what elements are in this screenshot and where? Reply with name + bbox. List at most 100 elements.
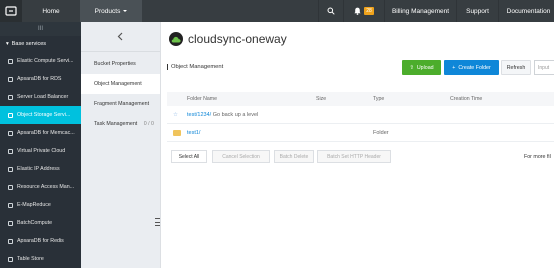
create-folder-label: Create Folder — [458, 64, 491, 71]
table-row[interactable]: test1/ Folder — [167, 124, 554, 142]
folder-icon — [173, 130, 181, 136]
plus-icon: + — [452, 64, 456, 71]
sidebar-item-label: Elastic IP Address — [17, 166, 60, 172]
sidebar-item-label: Virtual Private Cloud — [17, 148, 66, 154]
cluster-icon — [8, 202, 13, 208]
nav-products-menu[interactable]: Products — [80, 0, 142, 22]
caret-down-icon: ▾ — [6, 41, 9, 47]
bucket-header: cloudsync-oneway — [169, 30, 287, 48]
sidebar-item-label: Server Load Balancer — [17, 94, 69, 100]
upload-label: Upload — [416, 64, 434, 71]
sidebar-section-base-services[interactable]: ▾ Base services — [0, 36, 81, 52]
bucket-subnav: Bucket Properties Object Management Frag… — [81, 22, 161, 268]
redis-icon — [8, 238, 13, 244]
chevron-down-icon — [123, 10, 128, 12]
star-icon: ☆ — [173, 112, 178, 118]
sidebar-item-ecs[interactable]: Elastic Compute Servi... — [0, 52, 81, 70]
sidebar-item-label: E-MapReduce — [17, 202, 51, 208]
folder-name-link[interactable]: test1/ — [187, 130, 200, 136]
subnav-fragment-management[interactable]: Fragment Management — [81, 94, 160, 114]
cloud-icon — [169, 32, 183, 46]
sidebar-item-label: Object Storage Servi... — [17, 112, 71, 118]
task-count: 0 / 0 — [143, 121, 154, 127]
subnav-bucket-properties[interactable]: Bucket Properties — [81, 54, 160, 74]
create-folder-button[interactable]: + Create Folder — [444, 60, 499, 75]
select-all-button[interactable]: Select All — [171, 150, 207, 163]
batch-actions-bar: Select All Cancel Selection Batch Delete… — [167, 148, 554, 164]
nav-billing-management[interactable]: Billing Management — [384, 0, 456, 22]
col-size[interactable]: Size — [316, 96, 326, 102]
storage-icon — [8, 112, 13, 118]
cloud-icon — [8, 148, 13, 154]
product-sidebar: III ▾ Base services Elastic Compute Serv… — [0, 22, 81, 268]
refresh-button[interactable]: Refresh — [501, 60, 531, 75]
key-icon — [8, 184, 13, 190]
sidebar-section-label: Base services — [11, 41, 47, 47]
sidebar-item-batchcompute[interactable]: BatchCompute — [0, 214, 81, 232]
sidebar-item-slb[interactable]: Server Load Balancer — [0, 88, 81, 106]
nav-documentation[interactable]: Documentation — [498, 0, 554, 22]
batch-set-http-header-button[interactable]: Batch Set HTTP Header — [317, 150, 391, 163]
console-logo[interactable] — [0, 0, 22, 22]
col-folder-name[interactable]: Folder Name — [187, 96, 217, 102]
bell-icon — [354, 7, 361, 15]
sidebar-item-rds[interactable]: ApsaraDB for RDS — [0, 70, 81, 88]
top-navigation-bar: Home Products 28 Billing Management Supp… — [0, 0, 554, 22]
nav-home[interactable]: Home — [22, 0, 80, 22]
upload-icon: ⇧ — [409, 64, 414, 71]
batch-delete-button[interactable]: Batch Delete — [274, 150, 314, 163]
bucket-title: cloudsync-oneway — [188, 32, 287, 46]
chevron-left-icon — [117, 32, 123, 41]
notifications-button[interactable]: 28 — [344, 0, 384, 22]
server-icon — [8, 58, 13, 64]
nav-products-label: Products — [94, 7, 121, 15]
sidebar-item-label: Elastic Compute Servi... — [17, 58, 74, 64]
sidebar-item-label: ApsaraDB for RDS — [17, 76, 62, 82]
parent-path-link[interactable]: test/1234/ — [187, 112, 211, 118]
col-creation-time[interactable]: Creation Time — [450, 96, 482, 102]
col-type[interactable]: Type — [373, 96, 384, 102]
back-row-text: test/1234/ Go back up a level — [187, 112, 258, 118]
subnav-task-management[interactable]: Task Management 0 / 0 — [81, 114, 160, 134]
sidebar-item-eip[interactable]: Elastic IP Address — [0, 160, 81, 178]
cell-type: Folder — [373, 130, 389, 136]
table-icon — [8, 256, 13, 262]
database-icon — [8, 76, 13, 82]
back-hint: Go back up a level — [212, 112, 259, 118]
table-header: Folder Name Size Type Creation Time — [167, 92, 554, 106]
nav-support[interactable]: Support — [456, 0, 498, 22]
object-search-input[interactable]: Input — [534, 60, 554, 75]
ip-icon — [8, 166, 13, 172]
search-icon — [327, 7, 335, 15]
back-row[interactable]: ☆ test/1234/ Go back up a level — [167, 106, 554, 124]
sidebar-item-memcache[interactable]: ApsaraDB for Memcac... — [0, 124, 81, 142]
sidebar-item-redis[interactable]: ApsaraDB for Redis — [0, 232, 81, 250]
cache-icon — [8, 130, 13, 136]
cancel-selection-button[interactable]: Cancel Selection — [212, 150, 270, 163]
sidebar-item-table-store[interactable]: Table Store — [0, 250, 81, 268]
sidebar-item-vpc[interactable]: Virtual Private Cloud — [0, 142, 81, 160]
sidebar-item-ram[interactable]: Resource Access Man... — [0, 178, 81, 196]
sidebar-collapse-toggle[interactable]: III — [0, 22, 81, 36]
upload-button[interactable]: ⇧ Upload — [402, 60, 441, 75]
more-files-hint: For more fil — [524, 154, 551, 160]
sidebar-item-label: BatchCompute — [17, 220, 53, 226]
sidebar-item-label: Table Store — [17, 256, 44, 262]
subnav-item-label: Bucket Properties — [94, 61, 136, 67]
section-title: Object Management — [167, 64, 223, 70]
subnav-item-label: Task Management — [94, 121, 138, 127]
sidebar-item-oss[interactable]: Object Storage Servi... — [0, 106, 81, 124]
subnav-item-label: Fragment Management — [94, 101, 150, 107]
object-management-panel: cloudsync-oneway Object Management ⇧ Upl… — [161, 22, 554, 268]
sidebar-item-emapreduce[interactable]: E-MapReduce — [0, 196, 81, 214]
sidebar-item-label: Resource Access Man... — [17, 184, 75, 190]
back-button[interactable] — [81, 22, 160, 52]
subnav-object-management[interactable]: Object Management — [81, 74, 160, 94]
load-balancer-icon — [8, 94, 13, 100]
search-button[interactable] — [318, 0, 344, 22]
sidebar-item-label: ApsaraDB for Redis — [17, 238, 64, 244]
sidebar-item-label: ApsaraDB for Memcac... — [17, 130, 75, 136]
logo-icon — [5, 6, 17, 16]
batch-icon — [8, 220, 13, 226]
notification-count-badge: 28 — [364, 7, 374, 15]
